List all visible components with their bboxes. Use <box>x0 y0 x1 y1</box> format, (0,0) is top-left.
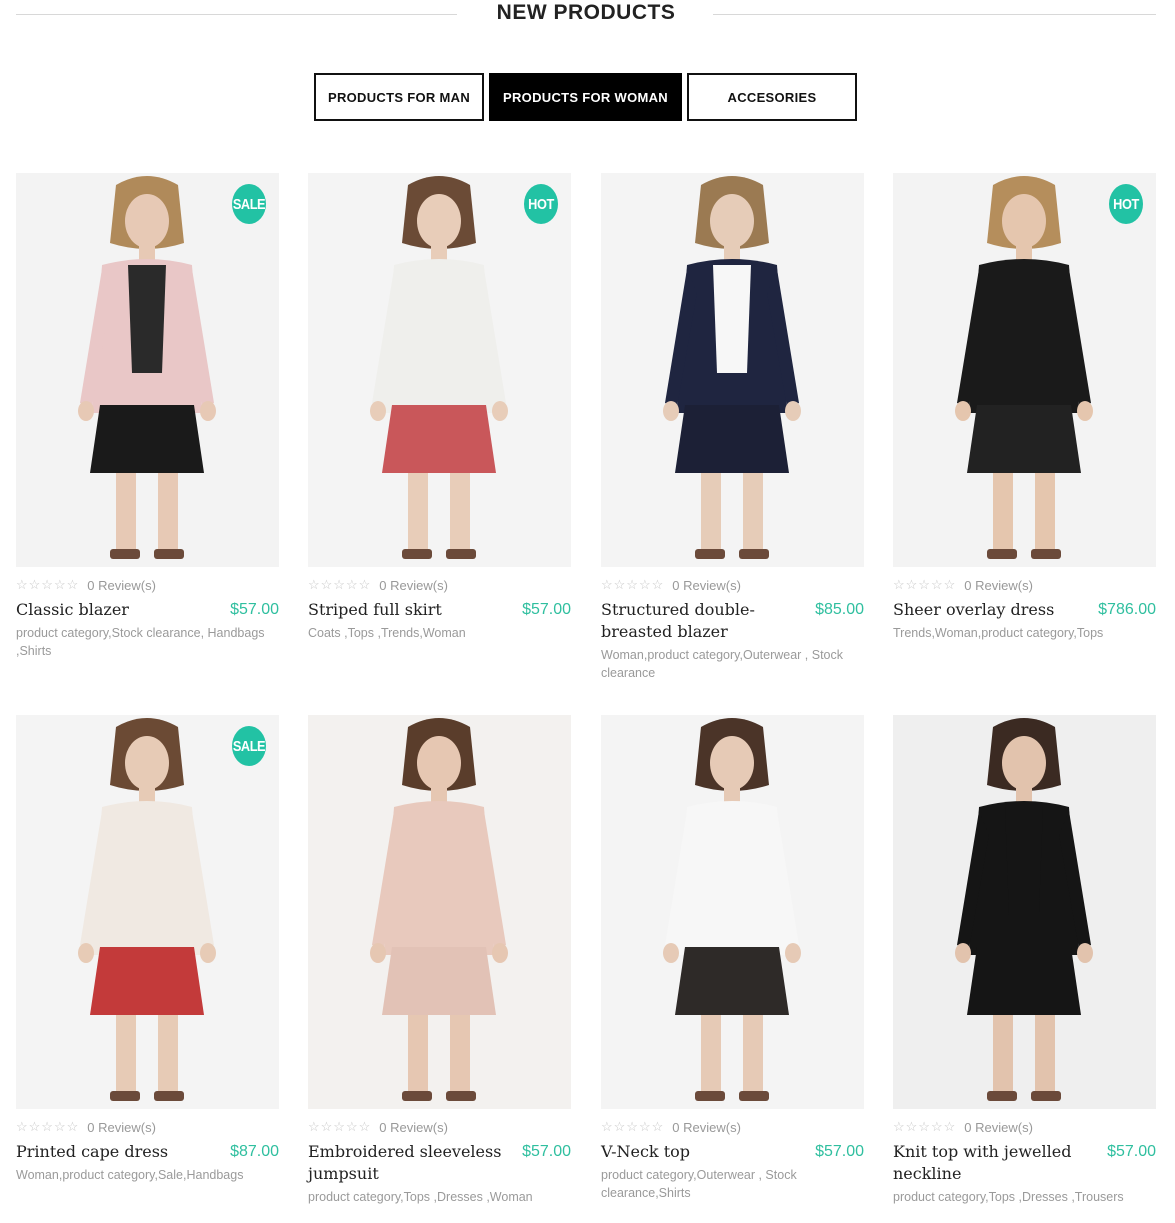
rating: ☆☆☆☆☆ 0 Review(s) <box>16 577 279 593</box>
product-categories[interactable]: Trends,Woman,product category,Tops <box>893 624 1156 642</box>
rating: ☆☆☆☆☆ 0 Review(s) <box>893 1119 1156 1135</box>
product-categories[interactable]: product category,Stock clearance, Handba… <box>16 624 279 660</box>
product-image[interactable] <box>893 715 1156 1109</box>
tab-products-for-man[interactable]: PRODUCTS FOR MAN <box>314 73 484 121</box>
rating: ☆☆☆☆☆ 0 Review(s) <box>893 577 1156 593</box>
review-count[interactable]: 0 Review(s) <box>87 578 156 593</box>
product-card: ☆☆☆☆☆ 0 Review(s) V-Neck top $57.00 prod… <box>601 715 864 1202</box>
badge-sale: SALE <box>232 184 266 224</box>
product-card: ☆☆☆☆☆ 0 Review(s) Structured double-brea… <box>601 173 864 682</box>
review-count[interactable]: 0 Review(s) <box>672 578 741 593</box>
rating-stars-icon: ☆☆☆☆☆ <box>893 577 957 592</box>
review-count[interactable]: 0 Review(s) <box>964 1120 1033 1135</box>
rating: ☆☆☆☆☆ 0 Review(s) <box>601 577 864 593</box>
product-name[interactable]: Knit top with jewelled neckline <box>893 1141 1088 1185</box>
review-count[interactable]: 0 Review(s) <box>87 1120 156 1135</box>
rating-stars-icon: ☆☆☆☆☆ <box>601 577 665 592</box>
product-name[interactable]: Structured double-breasted blazer <box>601 599 796 643</box>
rating-stars-icon: ☆☆☆☆☆ <box>308 577 372 592</box>
product-card: HOT ☆☆☆☆☆ 0 Review(s) Sheer overlay dres… <box>893 173 1156 642</box>
review-count[interactable]: 0 Review(s) <box>379 578 448 593</box>
tab-products-for-woman[interactable]: PRODUCTS FOR WOMAN <box>489 73 682 121</box>
product-card: ☆☆☆☆☆ 0 Review(s) Knit top with jewelled… <box>893 715 1156 1206</box>
product-price: $57.00 <box>815 1143 864 1160</box>
product-categories[interactable]: product category,Tops ,Dresses ,Woman <box>308 1188 571 1206</box>
product-categories[interactable]: product category,Tops ,Dresses ,Trousers <box>893 1188 1156 1206</box>
product-categories[interactable]: product category,Outerwear , Stock clear… <box>601 1166 864 1202</box>
product-price: $57.00 <box>230 601 279 618</box>
product-price: $57.00 <box>522 601 571 618</box>
product-price: $57.00 <box>1107 1143 1156 1160</box>
product-card: SALE ☆☆☆☆☆ 0 Review(s) Printed cape dres… <box>16 715 279 1184</box>
review-count[interactable]: 0 Review(s) <box>379 1120 448 1135</box>
review-count[interactable]: 0 Review(s) <box>672 1120 741 1135</box>
product-name[interactable]: Classic blazer <box>16 599 129 621</box>
product-name[interactable]: Sheer overlay dress <box>893 599 1054 621</box>
product-image[interactable] <box>601 173 864 567</box>
badge-hot: HOT <box>1109 184 1143 224</box>
rating-stars-icon: ☆☆☆☆☆ <box>16 1119 80 1134</box>
rating-stars-icon: ☆☆☆☆☆ <box>308 1119 372 1134</box>
product-image[interactable]: HOT <box>893 173 1156 567</box>
product-image[interactable] <box>308 715 571 1109</box>
product-categories[interactable]: Woman,product category,Sale,Handbags <box>16 1166 279 1184</box>
product-categories[interactable]: Coats ,Tops ,Trends,Woman <box>308 624 571 642</box>
product-card: HOT ☆☆☆☆☆ 0 Review(s) Striped full skirt… <box>308 173 571 642</box>
product-categories[interactable]: Woman,product category,Outerwear , Stock… <box>601 646 864 682</box>
product-price: $57.00 <box>522 1143 571 1160</box>
section-title: NEW PRODUCTS <box>496 1 676 24</box>
product-name[interactable]: Striped full skirt <box>308 599 442 621</box>
product-image[interactable] <box>601 715 864 1109</box>
rating: ☆☆☆☆☆ 0 Review(s) <box>16 1119 279 1135</box>
rating: ☆☆☆☆☆ 0 Review(s) <box>601 1119 864 1135</box>
rating-stars-icon: ☆☆☆☆☆ <box>16 577 80 592</box>
product-image[interactable]: SALE <box>16 173 279 567</box>
rating: ☆☆☆☆☆ 0 Review(s) <box>308 577 571 593</box>
rating: ☆☆☆☆☆ 0 Review(s) <box>308 1119 571 1135</box>
product-name[interactable]: Printed cape dress <box>16 1141 168 1163</box>
review-count[interactable]: 0 Review(s) <box>964 578 1033 593</box>
section-header: NEW PRODUCTS <box>16 0 1156 30</box>
rating-stars-icon: ☆☆☆☆☆ <box>601 1119 665 1134</box>
product-image[interactable]: HOT <box>308 173 571 567</box>
product-image[interactable]: SALE <box>16 715 279 1109</box>
category-tabs: PRODUCTS FOR MAN PRODUCTS FOR WOMAN ACCE… <box>0 73 1175 121</box>
product-card: ☆☆☆☆☆ 0 Review(s) Embroidered sleeveless… <box>308 715 571 1206</box>
product-price: $87.00 <box>230 1143 279 1160</box>
product-name[interactable]: Embroidered sleeveless jumpsuit <box>308 1141 503 1185</box>
badge-hot: HOT <box>524 184 558 224</box>
product-price: $85.00 <box>815 601 864 618</box>
rating-stars-icon: ☆☆☆☆☆ <box>893 1119 957 1134</box>
product-card: SALE ☆☆☆☆☆ 0 Review(s) Classic blazer $5… <box>16 173 279 660</box>
badge-sale: SALE <box>232 726 266 766</box>
product-name[interactable]: V-Neck top <box>601 1141 690 1163</box>
product-price: $786.00 <box>1098 601 1156 618</box>
tab-accesories[interactable]: ACCESORIES <box>687 73 857 121</box>
divider-right <box>713 14 1156 15</box>
